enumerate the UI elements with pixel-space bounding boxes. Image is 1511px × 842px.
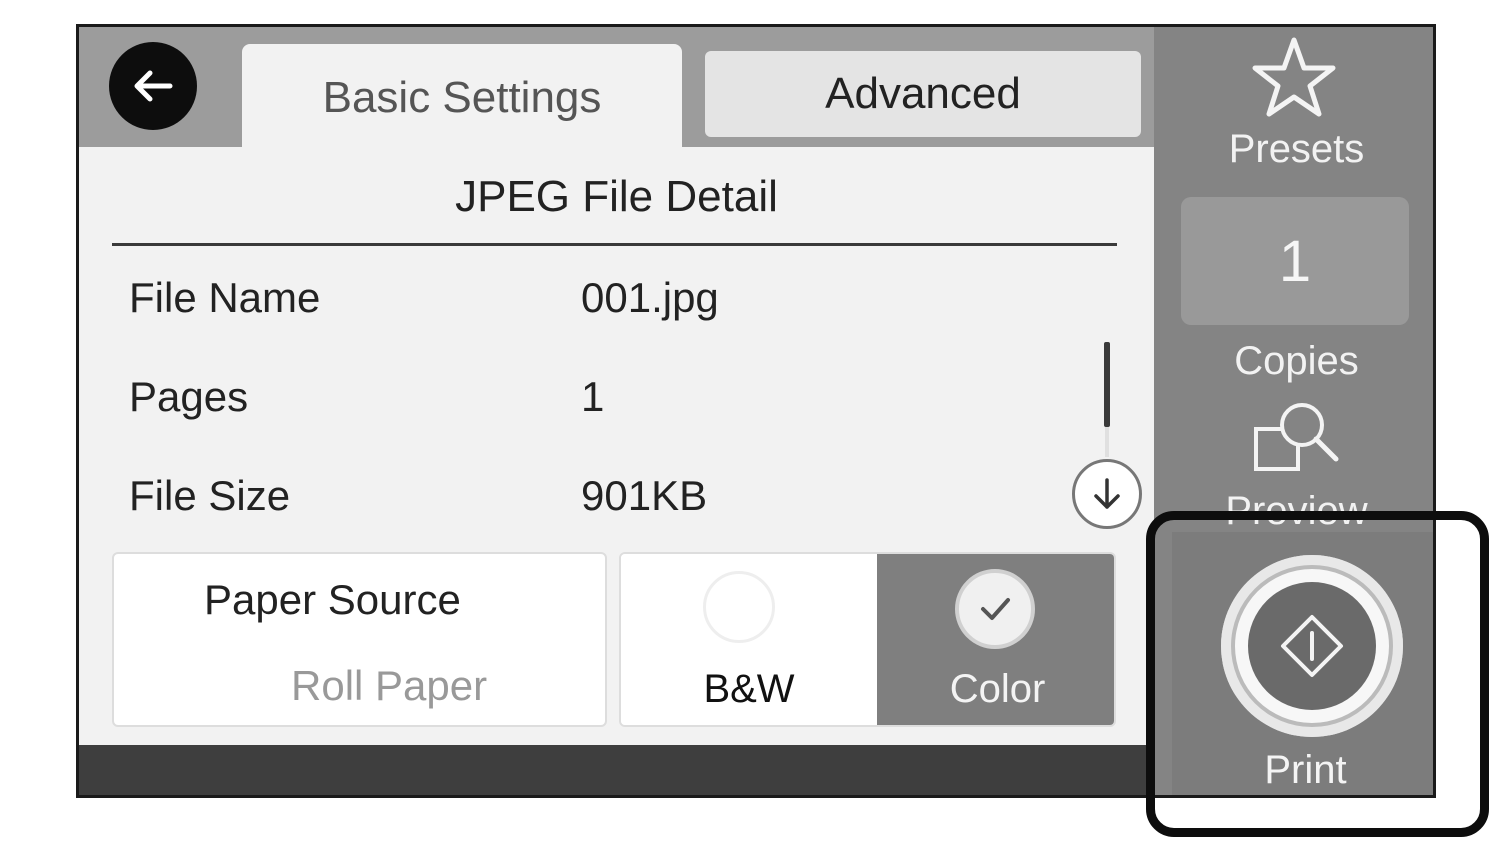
presets-button[interactable]: Presets: [1154, 27, 1433, 187]
detail-label: File Name: [129, 274, 321, 321]
title-divider: [112, 243, 1117, 246]
paper-source-label: Paper Source: [204, 576, 461, 623]
back-button[interactable]: [109, 42, 197, 130]
detail-value: 001.jpg: [581, 274, 719, 321]
option-bw[interactable]: B&W: [621, 554, 877, 725]
magnifier-icon[interactable]: [1250, 399, 1346, 479]
back-arrow-icon: [134, 70, 173, 102]
star-icon: [1252, 37, 1336, 117]
status-bar: [79, 745, 1154, 795]
detail-value: 1: [581, 373, 605, 420]
option-color[interactable]: Color: [877, 554, 1114, 725]
option-label: Color: [949, 667, 1046, 711]
file-detail-panel: JPEG File Detail File Name 001.jpg Pages…: [79, 147, 1154, 745]
printer-control-screen: Basic Settings Advanced JPEG File Detail…: [76, 24, 1436, 798]
preview-label: Preview: [1225, 489, 1368, 533]
radio-unselected-icon: [703, 571, 775, 643]
print-button-inner: [1248, 582, 1376, 710]
presets-label: Presets: [1228, 127, 1365, 171]
scrollbar-thumb[interactable]: [1104, 342, 1110, 427]
tab-bar: Basic Settings Advanced: [79, 27, 1154, 152]
print-label: Print: [1264, 748, 1347, 792]
option-label: B&W: [703, 667, 795, 711]
detail-row-file-size: File Size 901KB: [129, 472, 1029, 532]
copies-label: Copies: [1234, 339, 1359, 383]
print-area: Print: [1172, 532, 1433, 795]
tab-basic-settings[interactable]: Basic Settings: [242, 44, 682, 152]
tab-advanced[interactable]: Advanced: [705, 51, 1141, 137]
right-action-panel: Presets 1 Copies Preview Print: [1154, 27, 1433, 795]
copies-input[interactable]: 1: [1181, 197, 1409, 325]
detail-row-pages: Pages 1: [129, 373, 1029, 433]
detail-label: Pages: [129, 373, 249, 420]
detail-value: 901KB: [581, 472, 708, 519]
color-mode-selector: B&W Color: [619, 552, 1116, 727]
paper-source-button[interactable]: Paper Source Roll Paper: [112, 552, 607, 727]
detail-title: JPEG File Detail: [455, 172, 778, 221]
scroll-down-button[interactable]: [1072, 459, 1142, 529]
checkmark-icon: [981, 598, 1010, 620]
radio-selected-icon: [955, 569, 1035, 649]
paper-source-value: Roll Paper: [291, 662, 488, 709]
arrow-down-icon: [1094, 478, 1120, 509]
detail-label: File Size: [129, 472, 291, 519]
detail-row-file-name: File Name 001.jpg: [129, 274, 1029, 334]
print-button[interactable]: [1221, 555, 1403, 737]
diamond-start-icon: [1281, 615, 1343, 677]
